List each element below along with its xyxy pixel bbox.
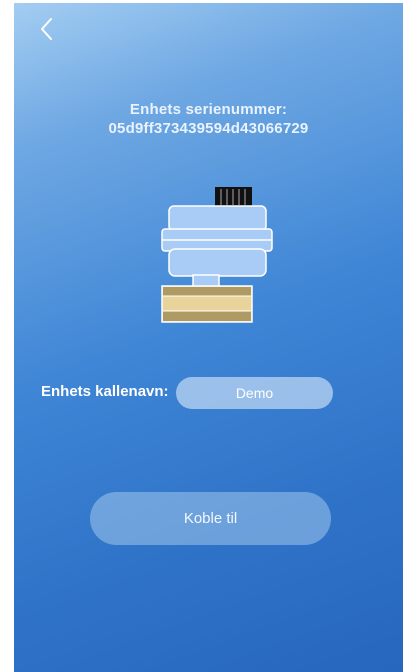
- valve-actuator-icon: [160, 185, 274, 325]
- serial-number-title: Enhets serienummer:: [129, 101, 288, 118]
- nickname-label: Enhets kallenavn:: [41, 383, 169, 400]
- back-button[interactable]: [36, 15, 60, 43]
- app-screen: Enhets serienummer: 05d9ff373439594d4306…: [14, 3, 403, 672]
- chevron-left-icon: [36, 15, 60, 43]
- nickname-input[interactable]: [176, 377, 333, 409]
- connect-button[interactable]: Koble til: [90, 492, 331, 545]
- serial-number-value: 05d9ff373439594d43066729: [108, 120, 309, 137]
